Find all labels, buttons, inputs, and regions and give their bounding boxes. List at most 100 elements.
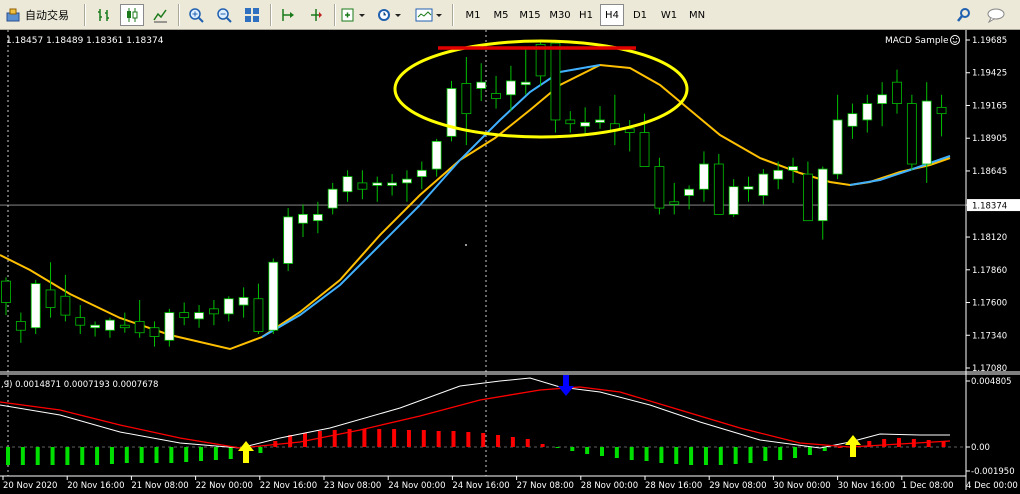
macd-hist-bar-negative	[213, 447, 218, 460]
macd-tick-label: -0.001950	[971, 467, 1015, 477]
tf-m5[interactable]: M5	[488, 4, 514, 26]
price-chart-svg[interactable]: 1.19685 1.19425 1.19165 1.18905 1.18645 1.181…	[0, 30, 1020, 491]
chat-button[interactable]	[982, 4, 1010, 26]
search-button[interactable]	[952, 4, 976, 26]
tf-m30[interactable]: M30	[546, 4, 574, 26]
macd-hist-bar-negative	[169, 447, 174, 463]
price-tick-label: 1.18120	[972, 233, 1007, 243]
tf-d1-label: D1	[632, 9, 648, 21]
tf-h1[interactable]: H1	[574, 4, 598, 26]
candle-body-bull	[476, 81, 487, 89]
main-toolbar: 自动交易 M1 M5 M15 M30 H1 H4 D1 W1 MN	[0, 0, 1020, 30]
macd-hist-bar-negative	[184, 447, 189, 462]
candle-chart-button[interactable]	[120, 4, 144, 26]
candle-body-bull	[327, 188, 338, 209]
macd-hist-bar-negative	[585, 447, 590, 454]
macd-hist-bar-positive	[303, 433, 307, 447]
autotrading-label: 自动交易	[25, 9, 69, 22]
candle-body-bear	[179, 312, 190, 319]
price-tick-label: 1.17080	[972, 364, 1007, 374]
candle-body-bull	[758, 173, 769, 196]
macd-hist-bar-positive	[406, 430, 411, 447]
template-icon	[415, 8, 442, 22]
candle-body-bull	[312, 213, 323, 222]
search-icon	[957, 8, 970, 22]
add-indicator-button[interactable]	[338, 4, 370, 26]
macd-hist-bar-positive	[496, 435, 501, 447]
candle-body-bull	[862, 103, 873, 121]
time-tick-label: 4 Dec 00:00	[966, 481, 1018, 490]
candle-body-bull	[684, 188, 694, 196]
time-tick-label: 23 Nov 08:00	[324, 481, 381, 490]
candle-body-bull	[283, 216, 294, 264]
add-indicator-icon	[341, 8, 365, 22]
tf-m1[interactable]: M1	[460, 4, 486, 26]
period-button[interactable]	[374, 4, 406, 26]
candle-chart-icon	[127, 8, 138, 22]
candle-body-bear	[15, 321, 26, 331]
macd-hist-bar-negative	[6, 447, 10, 465]
template-button[interactable]	[412, 4, 446, 26]
candle-body-bull	[580, 122, 591, 127]
tf-d1[interactable]: D1	[628, 4, 652, 26]
line-chart-button[interactable]	[148, 4, 172, 26]
macd-hist-bar-positive	[436, 431, 441, 447]
tf-h4-label: H4	[605, 9, 619, 21]
tile-windows-button[interactable]	[240, 4, 264, 26]
macd-hist-bar-positive	[377, 429, 382, 447]
candle-body-bull	[788, 166, 798, 171]
macd-hist-bar-negative	[20, 447, 25, 465]
tf-m5-label: M5	[493, 9, 509, 21]
macd-hist-bar-negative	[570, 447, 575, 451]
chart-window[interactable]: 1.19685 1.19425 1.19165 1.18905 1.18645 1.181…	[0, 30, 1020, 491]
autoscroll-icon	[282, 9, 294, 21]
macd-hist-bar-negative	[763, 447, 768, 461]
candle-body-bull	[595, 119, 605, 123]
macd-hist-bar-negative	[50, 447, 55, 465]
tf-w1[interactable]: W1	[656, 4, 682, 26]
time-tick-label: 22 Nov 16:00	[260, 481, 317, 490]
macd-hist-bar-positive	[897, 438, 901, 447]
candle-body-bull	[847, 113, 858, 127]
autoscroll-button[interactable]	[276, 4, 300, 26]
macd-hist-bar-negative	[793, 447, 798, 458]
macd-hist-bar-positive	[525, 439, 530, 447]
macd-hist-bar-negative	[80, 447, 85, 465]
candle-body-bull	[921, 100, 932, 165]
candle-body-bear	[45, 289, 56, 308]
macd-hist-bar-negative	[674, 447, 679, 464]
zoom-in-button[interactable]	[184, 4, 208, 26]
macd-hist-bar-negative	[600, 447, 604, 456]
chart-shift-button[interactable]	[304, 4, 328, 26]
candle-body-bear	[639, 132, 650, 167]
candle-body-bull	[30, 283, 41, 329]
tf-h4[interactable]: H4	[600, 4, 624, 26]
time-tick-label: 30 Nov 16:00	[838, 481, 895, 490]
candle-body-bear	[713, 163, 724, 215]
tf-h1-label: H1	[579, 9, 593, 21]
price-tick-label: 1.18645	[972, 167, 1007, 177]
candle-body-bull	[416, 169, 427, 178]
bar-chart-button[interactable]	[92, 4, 116, 26]
tf-m30-label: M30	[549, 9, 571, 21]
tf-m15[interactable]: M15	[516, 4, 544, 26]
candle-body-bear	[149, 327, 160, 337]
macd-hist-bar-negative	[629, 447, 634, 460]
tf-mn[interactable]: MN	[684, 4, 710, 26]
candle-body-bear	[134, 321, 145, 334]
ohlc-readout: 1.18457 1.18489 1.18361 1.18374	[6, 36, 164, 46]
macd-hist-bar-negative	[689, 447, 694, 465]
candle-body-bear	[1, 280, 11, 303]
macd-hist-bar-negative	[258, 447, 263, 453]
zoom-out-button[interactable]	[212, 4, 236, 26]
candle-body-bull	[342, 176, 353, 193]
candle-body-bear	[906, 103, 917, 165]
macd-hist-bar-negative	[807, 447, 812, 455]
tf-m1-label: M1	[465, 9, 481, 21]
autotrading-button[interactable]: 自动交易	[4, 4, 76, 26]
price-tick-label: 1.17340	[972, 331, 1007, 341]
macd-tick-label: 0.00	[971, 443, 990, 453]
macd-hist-bar-negative	[659, 447, 664, 463]
macd-hist-bar-positive	[362, 429, 367, 447]
macd-hist-bar-negative	[124, 447, 129, 463]
